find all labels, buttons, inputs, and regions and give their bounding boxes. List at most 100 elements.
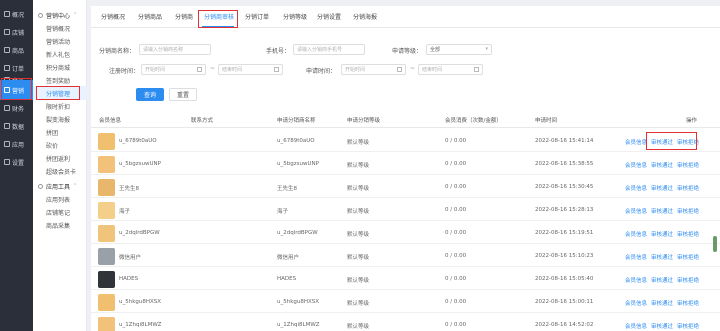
rail-item[interactable]: 概况: [0, 4, 33, 24]
member-info-link[interactable]: 会员信息: [625, 230, 647, 238]
table-row: 微信用户 微信用户 默认等级 0 / 0.00 2022-08-16 15:10:23 会…: [91, 245, 720, 267]
member-info-link[interactable]: 会员信息: [625, 138, 647, 146]
reject-link[interactable]: 审核拒绝: [677, 253, 699, 261]
reject-link[interactable]: 审核拒绝: [677, 161, 699, 169]
table-header: 会员信息 联系方式 申请分销商名称 申请分销等级 会员消费（次数/金额） 申请时…: [91, 110, 720, 128]
level-filter-select[interactable]: 全部 ▾: [426, 44, 492, 55]
apply-level: 默认等级: [347, 163, 370, 169]
name-filter-label: 分销商名称：: [99, 48, 136, 55]
menu-item-label: 拼团: [46, 129, 59, 137]
rail-item-label: 店铺: [12, 29, 25, 37]
tab-item[interactable]: 分销订单: [245, 12, 269, 21]
rail-item-label: 财务: [12, 105, 25, 113]
col-member: 会员信息: [99, 118, 122, 124]
approve-link[interactable]: 审核通过: [651, 184, 673, 192]
reject-link[interactable]: 审核拒绝: [677, 230, 699, 238]
reset-button[interactable]: 重置: [169, 88, 197, 101]
menu-item[interactable]: 限时折扣: [33, 99, 87, 113]
menu-item[interactable]: 拼团: [33, 125, 87, 139]
reject-link[interactable]: 审核拒绝: [677, 184, 699, 192]
tab-item[interactable]: 分销海报: [353, 12, 377, 21]
search-button[interactable]: 查询: [136, 88, 164, 101]
approve-link[interactable]: 审核通过: [651, 253, 673, 261]
member-info-link[interactable]: 会员信息: [625, 299, 647, 307]
menu-group-header[interactable]: 应用工具 ⌃: [33, 179, 87, 193]
apply-time: 2022-08-16 15:05:40: [535, 276, 594, 282]
reject-link[interactable]: 审核拒绝: [677, 322, 699, 330]
member-info-link[interactable]: 会员信息: [625, 184, 647, 192]
tab-item[interactable]: 分销设置: [317, 12, 341, 21]
apply-time: 2022-08-16 15:28:13: [535, 207, 594, 213]
reject-link[interactable]: 审核拒绝: [677, 299, 699, 307]
avatar: [98, 202, 115, 219]
approve-link[interactable]: 审核通过: [651, 299, 673, 307]
table-row: u_5bgzsuwUNP u_5bgzsuwUNP 默认等级 0 / 0.00 2022…: [91, 153, 720, 175]
menu-item[interactable]: 拼团返利: [33, 151, 87, 165]
apply-time: 2022-08-16 15:19:51: [535, 230, 594, 236]
tab-item[interactable]: 分销商品: [138, 12, 162, 21]
menu-item-label: 营销活动: [46, 38, 71, 46]
approve-link[interactable]: 审核通过: [651, 161, 673, 169]
content-panel: 分销概况 分销商品 分销商 分销商审核 分销订单 分销等级 分销设置 分销海报 分销商名称： …: [91, 6, 720, 331]
scrollbar-thumb[interactable]: [713, 236, 717, 252]
member-info-link[interactable]: 会员信息: [625, 276, 647, 284]
tab-item[interactable]: 分销等级: [283, 12, 307, 21]
avatar: [98, 156, 115, 173]
apply-start-input[interactable]: 开始时间: [341, 64, 406, 75]
menu-group-header[interactable]: 营销中心 ⌃: [33, 8, 87, 22]
member-info-link[interactable]: 会员信息: [625, 253, 647, 261]
phone-filter-input[interactable]: 请输入分销商手机号: [293, 44, 365, 55]
member-info-link[interactable]: 会员信息: [625, 161, 647, 169]
menu-item-label: 应用工具: [46, 183, 71, 191]
rail-item[interactable]: 财务: [0, 98, 33, 118]
menu-item-label: 拼团返利: [46, 155, 71, 163]
menu-item[interactable]: 裂变海报: [33, 112, 87, 126]
menu-item[interactable]: 新人礼包: [33, 47, 87, 61]
menu-item[interactable]: 积分商城: [33, 60, 87, 74]
reg-start-input[interactable]: 开始时间: [141, 64, 206, 75]
name-filter-input[interactable]: 请输入分销商名称: [139, 44, 211, 55]
reject-link[interactable]: 审核拒绝: [677, 276, 699, 284]
rail-item[interactable]: 设置: [0, 152, 33, 172]
menu-item[interactable]: 签到奖励: [33, 73, 87, 87]
approve-link[interactable]: 审核通过: [651, 322, 673, 330]
rail-item[interactable]: 店铺: [0, 22, 33, 42]
tab-item[interactable]: 分销商: [175, 12, 193, 21]
member-info-link[interactable]: 会员信息: [625, 322, 647, 330]
rail-icon: [4, 47, 10, 53]
menu-item[interactable]: 营销活动: [33, 34, 87, 48]
reg-end-placeholder: 结束时间: [222, 67, 243, 73]
approve-link[interactable]: 审核通过: [651, 230, 673, 238]
avatar: [98, 133, 115, 150]
apply-time: 2022-08-16 15:41:14: [535, 138, 594, 144]
menu-item-label: 营销概况: [46, 25, 71, 33]
reject-link[interactable]: 审核拒绝: [677, 207, 699, 215]
approve-link[interactable]: 审核通过: [651, 207, 673, 215]
member-info-link[interactable]: 会员信息: [625, 207, 647, 215]
menu-item[interactable]: 商品采集: [33, 218, 87, 232]
approve-link[interactable]: 审核通过: [651, 276, 673, 284]
menu-item[interactable]: 应用列表: [33, 192, 87, 206]
menu-item[interactable]: 营销概况: [33, 21, 87, 35]
reg-range-tilde: ~: [210, 65, 216, 72]
highlight-active-tab: [198, 10, 238, 28]
menu-item[interactable]: 店铺笔记: [33, 205, 87, 219]
consume-count: 0 / 0.00: [445, 138, 467, 144]
menu-item[interactable]: 超级会员卡: [33, 164, 87, 178]
rail-item[interactable]: 应用: [0, 134, 33, 154]
menu-item-label: 营销中心: [46, 12, 71, 20]
calendar-icon: [474, 67, 479, 72]
apply-end-input[interactable]: 结束时间: [418, 64, 483, 75]
menu-item-label: 签到奖励: [46, 77, 71, 85]
tab-item[interactable]: 分销概况: [101, 12, 125, 21]
level-filter-value: 全部: [430, 47, 441, 53]
member-name: HADES: [119, 276, 139, 282]
reg-start-placeholder: 开始时间: [145, 67, 166, 73]
reg-end-input[interactable]: 结束时间: [218, 64, 283, 75]
rail-item[interactable]: 数据: [0, 116, 33, 136]
rail-icon: [4, 105, 10, 111]
menu-item[interactable]: 砍价: [33, 138, 87, 152]
consume-count: 0 / 0.00: [445, 230, 467, 236]
calendar-icon: [397, 67, 402, 72]
rail-item[interactable]: 商品: [0, 40, 33, 60]
